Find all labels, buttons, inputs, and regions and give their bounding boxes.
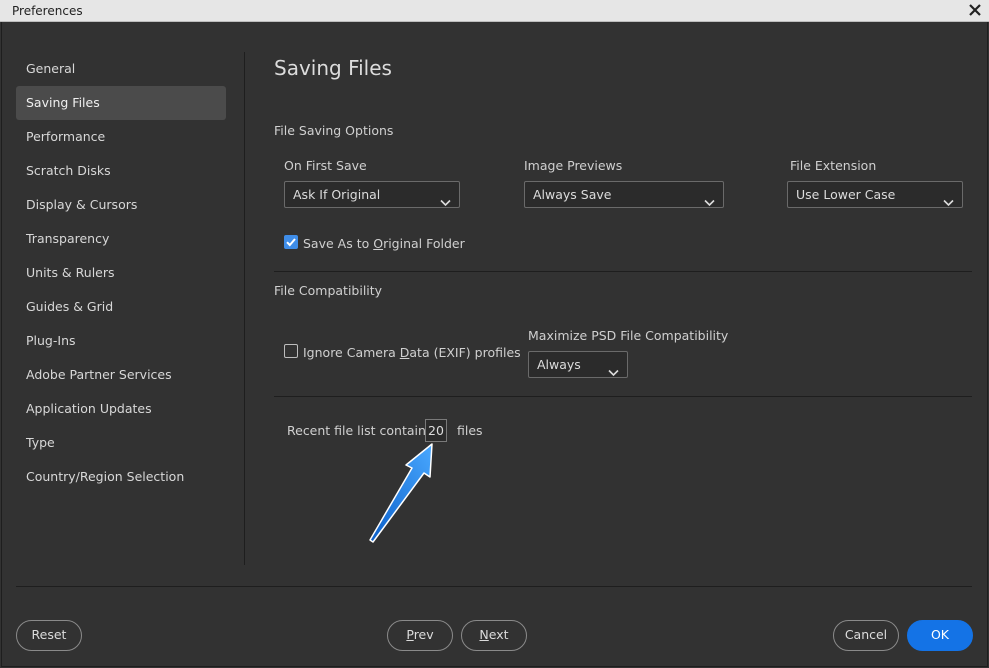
ok-button[interactable]: OK	[907, 620, 973, 651]
sidebar-item-transparency[interactable]: Transparency	[16, 222, 226, 256]
page-title: Saving Files	[274, 56, 392, 80]
sidebar-item-display-cursors[interactable]: Display & Cursors	[16, 188, 226, 222]
file-compatibility-heading: File Compatibility	[274, 283, 383, 298]
on-first-save-value: Ask If Original	[293, 187, 381, 202]
prev-button[interactable]: Prev	[387, 620, 453, 651]
file-saving-options-heading: File Saving Options	[274, 123, 394, 138]
sidebar: General Saving Files Performance Scratch…	[16, 52, 226, 494]
sidebar-item-application-updates[interactable]: Application Updates	[16, 392, 226, 426]
sidebar-item-general[interactable]: General	[16, 52, 226, 86]
close-icon[interactable]	[966, 1, 984, 19]
chevron-down-icon	[440, 190, 451, 207]
chevron-down-icon	[608, 360, 619, 377]
ignore-exif-checkbox[interactable]	[284, 344, 298, 358]
sidebar-item-performance[interactable]: Performance	[16, 120, 226, 154]
sidebar-item-plug-ins[interactable]: Plug-Ins	[16, 324, 226, 358]
recent-files-count-input[interactable]: 20	[425, 419, 447, 442]
sidebar-divider	[244, 52, 245, 565]
recent-files-prefix: Recent file list contains	[287, 423, 433, 438]
cancel-button[interactable]: Cancel	[833, 620, 899, 651]
footer-divider	[16, 586, 972, 587]
chevron-down-icon	[704, 190, 715, 207]
section-divider	[274, 271, 972, 272]
annotation-arrow-icon	[369, 443, 433, 543]
chevron-down-icon	[943, 190, 954, 207]
file-extension-select[interactable]: Use Lower Case	[787, 181, 963, 208]
title-bar: Preferences	[0, 0, 989, 22]
file-extension-label: File Extension	[790, 158, 877, 173]
checkmark-icon	[286, 238, 296, 247]
sidebar-item-saving-files[interactable]: Saving Files	[16, 86, 226, 120]
recent-files-suffix: files	[457, 423, 483, 438]
maximize-psd-value: Always	[537, 357, 581, 372]
sidebar-item-country-region[interactable]: Country/Region Selection	[16, 460, 226, 494]
maximize-psd-select[interactable]: Always	[528, 351, 628, 378]
sidebar-item-scratch-disks[interactable]: Scratch Disks	[16, 154, 226, 188]
on-first-save-label: On First Save	[284, 158, 367, 173]
save-as-original-checkbox[interactable]	[284, 235, 298, 249]
reset-button[interactable]: Reset	[16, 620, 82, 651]
sidebar-item-guides-grid[interactable]: Guides & Grid	[16, 290, 226, 324]
image-previews-value: Always Save	[533, 187, 612, 202]
image-previews-select[interactable]: Always Save	[524, 181, 724, 208]
file-extension-value: Use Lower Case	[796, 187, 896, 202]
ignore-exif-label[interactable]: Ignore Camera Data (EXIF) profiles	[303, 345, 521, 360]
sidebar-item-units-rulers[interactable]: Units & Rulers	[16, 256, 226, 290]
section-divider	[274, 396, 972, 397]
maximize-psd-label: Maximize PSD File Compatibility	[528, 328, 729, 343]
sidebar-item-type[interactable]: Type	[16, 426, 226, 460]
image-previews-label: Image Previews	[524, 158, 623, 173]
on-first-save-select[interactable]: Ask If Original	[284, 181, 460, 208]
sidebar-item-adobe-partner-services[interactable]: Adobe Partner Services	[16, 358, 226, 392]
save-as-original-label[interactable]: Save As to Original Folder	[303, 236, 465, 251]
window-title: Preferences	[12, 4, 83, 18]
next-button[interactable]: Next	[461, 620, 527, 651]
